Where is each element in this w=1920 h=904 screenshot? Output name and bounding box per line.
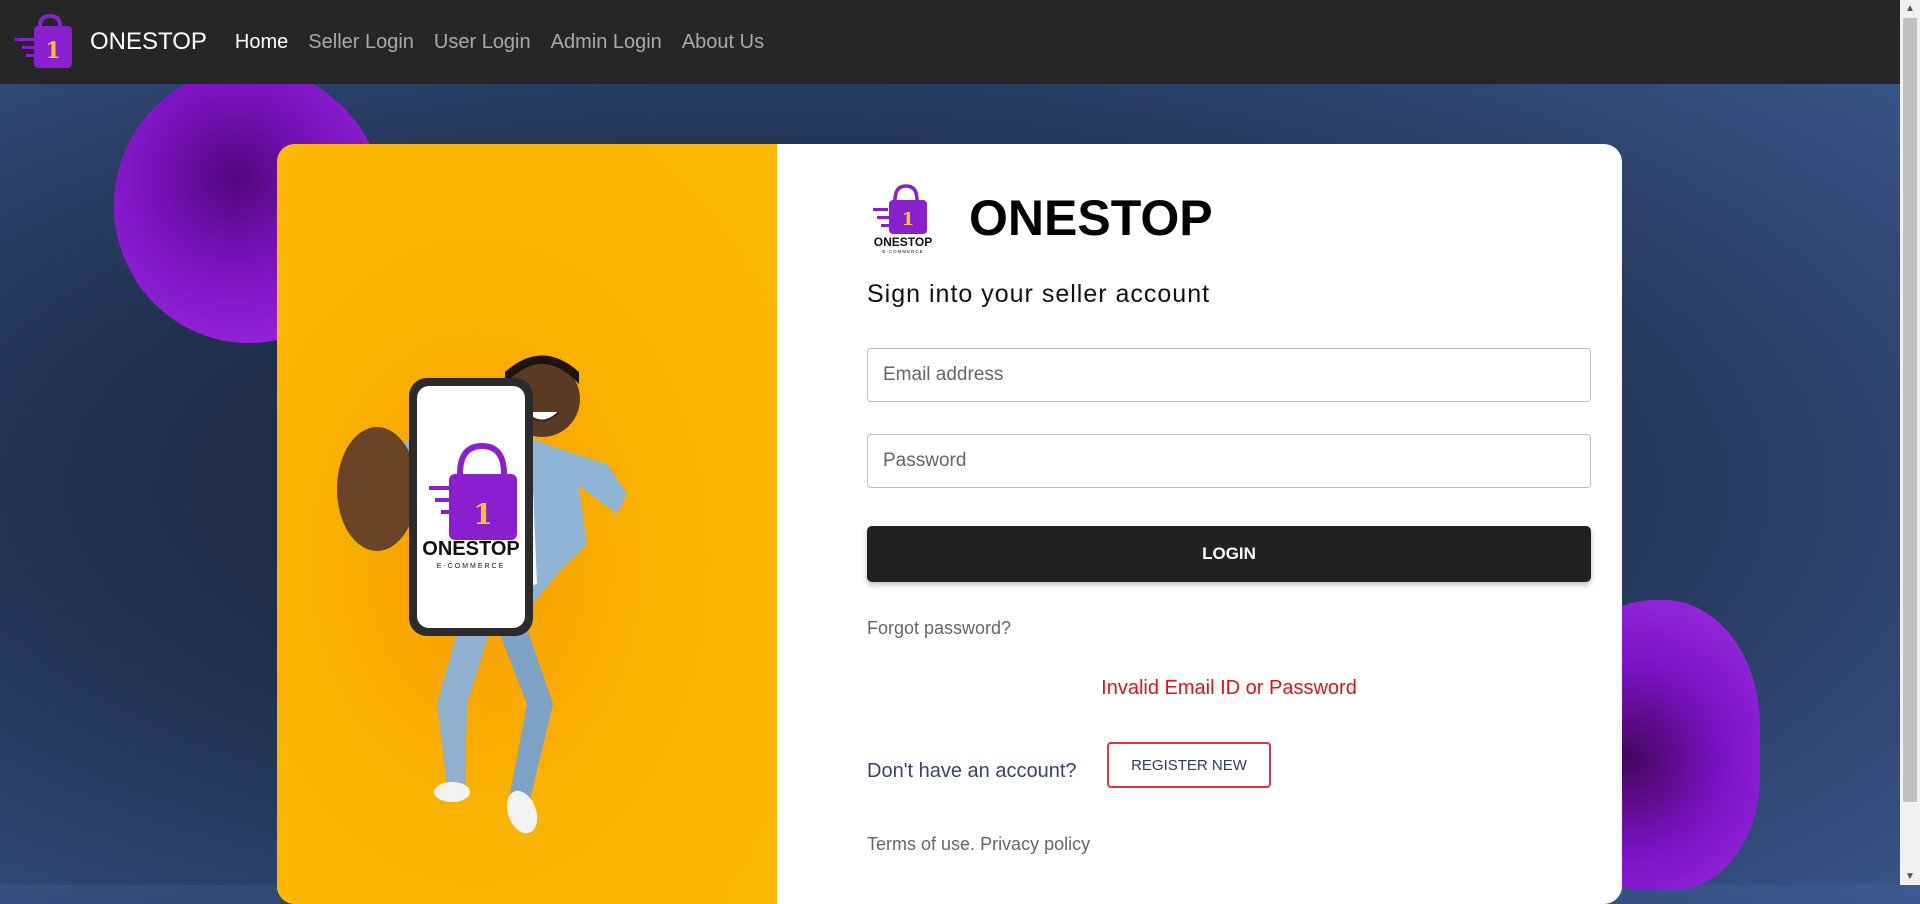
register-new-button[interactable]: REGISTER NEW [1107,742,1271,788]
form-logo-tagline: E-COMMERCE [882,249,923,254]
form-logo-number: 1 [902,209,915,230]
scroll-down-arrow-icon[interactable]: ▼ [1900,868,1920,885]
form-logo-wordmark: ONESTOP [874,235,932,249]
nav-user-login-link[interactable]: User Login [434,31,531,54]
login-card: 1 ONESTOP E-COMMERCE 1 ONESTOP E-COMMERC… [277,144,1622,904]
nav-home-link[interactable]: Home [235,31,288,54]
password-field[interactable] [867,434,1591,488]
scroll-up-arrow-icon[interactable]: ▲ [1900,0,1920,17]
phone-logo-number: 1 [473,498,492,531]
page-scrollbar[interactable]: ▲ ▼ [1900,0,1920,885]
nav-about-us-link[interactable]: About Us [682,31,764,54]
navbar-brand-name: ONESTOP [90,28,207,55]
nav-seller-login-link[interactable]: Seller Login [308,31,414,54]
hero-illustration: 1 ONESTOP E-COMMERCE [337,355,627,834]
error-message: Invalid Email ID or Password [1101,677,1357,699]
email-field[interactable] [867,348,1591,402]
navbar: 1 ONESTOP Home Seller Login User Login A… [0,0,1900,84]
forgot-password-link[interactable]: Forgot password? [867,618,1011,639]
login-form-panel: 1 ONESTOP E-COMMERCE ONESTOP Sign into y… [777,144,1622,904]
login-button[interactable]: LOGIN [867,526,1591,582]
nav-admin-login-link[interactable]: Admin Login [551,31,662,54]
no-account-label: Don't have an account? [867,760,1077,782]
shopping-bag-logo-icon: 1 [14,13,72,68]
hero-image-panel: 1 ONESTOP E-COMMERCE [277,144,777,904]
phone-logo-wordmark: ONESTOP [422,538,519,560]
onestop-logo-icon: 1 ONESTOP E-COMMERCE [873,184,932,254]
phone-logo-tagline: E-COMMERCE [437,563,506,570]
form-title: ONESTOP [969,190,1213,246]
logo-badge-number: 1 [45,38,60,64]
navbar-brand[interactable]: 1 ONESTOP [14,12,225,72]
terms-of-use-link[interactable]: Terms of use. [867,834,975,854]
form-logo-row: 1 ONESTOP E-COMMERCE ONESTOP [867,180,1213,256]
privacy-policy-link[interactable]: Privacy policy [980,834,1090,854]
scrollbar-thumb[interactable] [1903,18,1917,802]
terms-row: Terms of use. Privacy policy [867,834,1090,855]
form-subtitle: Sign into your seller account [867,280,1211,308]
